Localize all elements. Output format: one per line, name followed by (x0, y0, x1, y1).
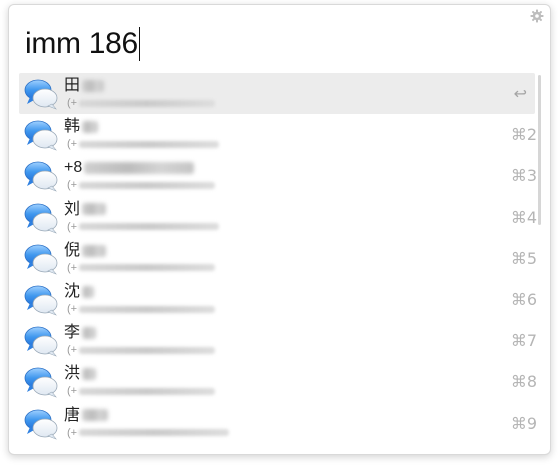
messages-bubble-icon (24, 367, 58, 398)
redacted-detail (79, 181, 216, 189)
redacted-name (82, 368, 97, 381)
contact-name-text: 李 (64, 324, 81, 342)
messages-bubble-icon (24, 161, 58, 193)
shortcut-label: ⌘3 (510, 166, 537, 186)
redacted-detail (79, 99, 216, 107)
contact-detail-prefix: (+ (67, 138, 78, 151)
contact-name: 倪 (64, 241, 107, 261)
messages-bubble-icon (24, 203, 58, 234)
search-input[interactable]: imm 186 (25, 25, 140, 63)
redacted-detail (79, 387, 216, 395)
contact-detail-prefix: (+ (67, 261, 78, 274)
contact-detail: (+ (67, 220, 220, 234)
redacted-name (82, 203, 107, 216)
contact-name-text: 田 (64, 77, 81, 94)
contact-detail: (+ (67, 426, 230, 440)
result-row-3[interactable]: +8 (+ ⌘3 (19, 155, 537, 196)
redacted-name (82, 120, 99, 133)
contact-detail: (+ (67, 343, 216, 357)
contact-detail-prefix: (+ (67, 385, 78, 398)
result-row-2[interactable]: 韩 (+ ⌘2 (19, 114, 537, 155)
contact-name: 田 (64, 76, 105, 96)
redacted-detail (79, 305, 216, 313)
contact-detail-prefix: (+ (67, 179, 78, 192)
contact-name: 李 (64, 323, 97, 343)
contact-detail: (+ (67, 137, 220, 151)
redacted-detail (79, 429, 230, 437)
contact-detail-prefix: (+ (67, 302, 78, 315)
contact-name: 洪 (64, 364, 97, 384)
shortcut-label: ⌘9 (510, 413, 537, 433)
contact-detail-prefix: (+ (67, 220, 78, 233)
shortcut-label: ⌘4 (510, 207, 537, 227)
result-row-5[interactable]: 倪 (+ ⌘5 (19, 238, 537, 279)
redacted-name (82, 409, 109, 422)
redacted-detail (79, 223, 220, 231)
redacted-name (82, 79, 105, 92)
contact-name-text: 沈 (64, 282, 81, 300)
messages-bubble-icon (24, 409, 58, 440)
redacted-name (82, 244, 107, 257)
result-row-9[interactable]: 唐 (+ ⌘9 (19, 403, 537, 444)
result-row-4[interactable]: 刘 (+ ⌘4 (19, 197, 537, 238)
shortcut-label: ⌘7 (510, 331, 537, 351)
contact-detail: (+ (67, 96, 216, 110)
messages-bubble-icon (24, 120, 58, 151)
redacted-detail (79, 264, 216, 272)
result-row-7[interactable]: 李 (+ ⌘7 (19, 320, 537, 361)
contact-name: +8 (64, 158, 195, 178)
shortcut-label: ⌘2 (510, 125, 537, 145)
contact-name-text: 韩 (64, 118, 81, 136)
contact-name: 沈 (64, 282, 95, 302)
redacted-name (84, 162, 195, 175)
contact-detail: (+ (67, 178, 216, 192)
return-icon: ↩ (513, 84, 527, 103)
redacted-detail (79, 346, 216, 354)
messages-bubble-icon (24, 285, 58, 316)
search-query-text: imm 186 (25, 27, 138, 60)
shortcut-label: ⌘5 (510, 248, 537, 268)
result-row-6[interactable]: 沈 (+ ⌘6 (19, 279, 537, 320)
contact-name-text: 唐 (64, 406, 81, 424)
result-row-8[interactable]: 洪 (+ ⌘8 (19, 361, 537, 402)
results-list: 田 (+ ↩ 韩 (+ ⌘2 +8 (+ ⌘3 刘 (+ ⌘4 倪 (+ ⌘5 … (19, 73, 537, 445)
contact-name: 韩 (64, 117, 99, 137)
contact-detail-prefix: (+ (67, 97, 78, 109)
contact-name: 刘 (64, 200, 107, 220)
contact-name-text: 洪 (64, 365, 81, 383)
shortcut-label: ⌘6 (510, 289, 537, 309)
shortcut-label: ⌘8 (510, 372, 537, 392)
contact-detail-prefix: (+ (67, 344, 78, 357)
contact-detail: (+ (67, 302, 216, 316)
messages-bubble-icon (24, 244, 58, 275)
results-scrollbar[interactable] (538, 75, 541, 225)
contact-name-text: 刘 (64, 200, 81, 218)
redacted-name (82, 285, 95, 298)
contact-name-text: 倪 (64, 241, 81, 259)
redacted-name (82, 326, 97, 339)
contact-name: 唐 (64, 406, 109, 426)
contact-name-text: +8 (64, 159, 83, 177)
contact-detail-prefix: (+ (67, 426, 78, 439)
gear-icon[interactable] (530, 9, 544, 23)
messages-bubble-icon (24, 326, 58, 357)
contact-detail: (+ (67, 261, 216, 275)
messages-bubble-icon (24, 79, 58, 110)
result-row-1[interactable]: 田 (+ ↩ (19, 73, 535, 115)
redacted-detail (79, 140, 220, 148)
launcher-window: imm 186 田 (+ ↩ 韩 (+ ⌘2 +8 (+ ⌘3 刘 (+ ⌘4 … (8, 4, 551, 455)
text-caret (138, 27, 140, 61)
contact-detail: (+ (67, 384, 216, 398)
